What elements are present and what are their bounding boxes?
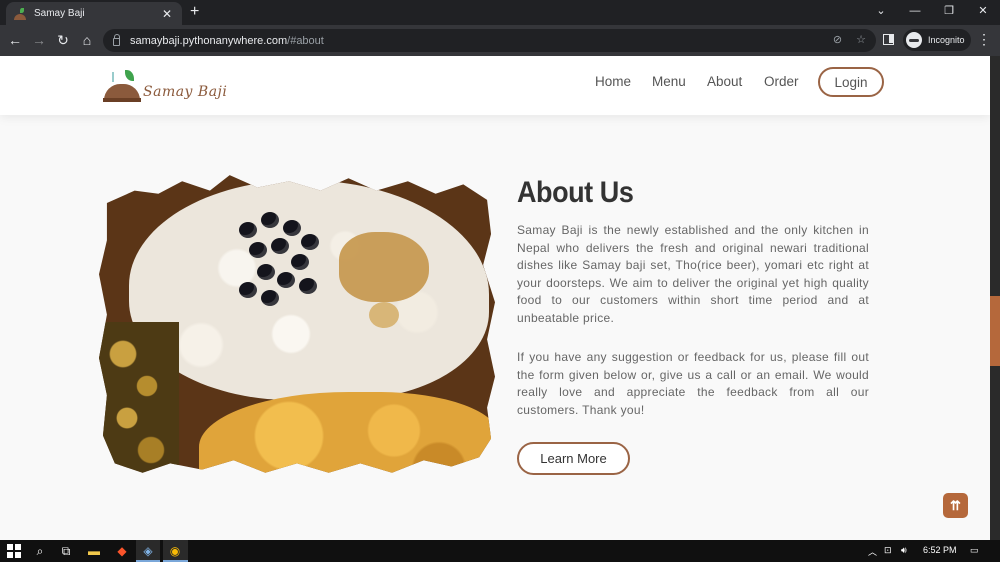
- close-window-button[interactable]: ✕: [968, 3, 998, 19]
- web-page: Samay Baji Home Menu About Order Login A…: [0, 56, 990, 540]
- tab-samay-baji[interactable]: Samay Baji ✕: [6, 2, 182, 25]
- browser-toolbar: ← → ↻ ⌂ samaybaji.pythonanywhere.com/#ab…: [0, 25, 1000, 56]
- about-paragraph-1: Samay Baji is the newly established and …: [517, 223, 869, 325]
- tab-title: Samay Baji: [34, 8, 85, 19]
- nav-menu[interactable]: Menu: [652, 74, 686, 89]
- logo-text: Samay Baji: [143, 84, 228, 100]
- nav-order[interactable]: Order: [764, 74, 799, 89]
- search-icon[interactable]: ⌕: [32, 543, 48, 559]
- eye-off-icon[interactable]: ⊘: [833, 33, 842, 46]
- logo-bowl-icon: [103, 68, 141, 102]
- lock-icon[interactable]: [113, 33, 120, 46]
- forward-arrow-icon[interactable]: →: [30, 32, 48, 48]
- incognito-label: Incognito: [928, 35, 965, 45]
- about-paragraph-2: If you have any suggestion or feedback f…: [517, 350, 869, 417]
- windows-start-icon[interactable]: [6, 543, 22, 559]
- restore-button[interactable]: ❐: [934, 3, 964, 19]
- browser-menu-icon[interactable]: ⋮: [977, 31, 991, 47]
- new-tab-button[interactable]: +: [190, 3, 199, 21]
- nav-home[interactable]: Home: [595, 74, 631, 89]
- tab-close-icon[interactable]: ✕: [160, 7, 174, 21]
- back-arrow-icon[interactable]: ←: [6, 32, 24, 48]
- volume-icon[interactable]: 🔊︎: [901, 545, 907, 556]
- file-explorer-icon[interactable]: ▬: [86, 543, 102, 559]
- chrome-icon[interactable]: ◉: [167, 543, 183, 559]
- login-button[interactable]: Login: [818, 67, 884, 97]
- page-scrollbar[interactable]: [990, 56, 1000, 540]
- back-to-top-button[interactable]: ⇈: [943, 493, 968, 518]
- notifications-icon[interactable]: ▭: [970, 545, 979, 556]
- side-panel-icon[interactable]: [883, 34, 894, 45]
- tab-search-icon[interactable]: ⌄: [866, 3, 896, 19]
- url-path: /#about: [287, 34, 324, 47]
- url-host: samaybaji.pythonanywhere.com: [130, 34, 288, 47]
- site-header: Samay Baji Home Menu About Order Login: [0, 56, 990, 115]
- bookmark-star-icon[interactable]: ☆: [856, 33, 866, 46]
- double-chevron-up-icon: ⇈: [950, 497, 961, 513]
- python-app-icon[interactable]: ◈: [140, 543, 156, 559]
- incognito-icon: [906, 32, 922, 48]
- reload-icon[interactable]: ↻: [54, 32, 72, 48]
- tray-chevron-icon[interactable]: ︿: [868, 545, 877, 558]
- tab-strip: Samay Baji ✕ + ⌄ — ❐ ✕: [0, 0, 1000, 25]
- brave-browser-icon[interactable]: ◆: [114, 543, 130, 559]
- network-icon[interactable]: ⊡: [884, 545, 892, 556]
- windows-taskbar: ⌕ ⧉ ▬ ◆ ◈ ◉ ︿ ⊡ 🔊︎ 6:52 PM ▭: [0, 540, 1000, 562]
- task-view-icon[interactable]: ⧉: [58, 543, 74, 559]
- nav-about[interactable]: About: [707, 74, 742, 89]
- about-heading: About Us: [517, 176, 634, 209]
- site-favicon-icon: [14, 7, 26, 20]
- learn-more-button[interactable]: Learn More: [517, 442, 630, 475]
- site-logo[interactable]: Samay Baji: [103, 68, 227, 102]
- address-bar[interactable]: samaybaji.pythonanywhere.com/#about ⊘ ☆: [103, 29, 876, 52]
- home-icon[interactable]: ⌂: [78, 32, 96, 48]
- incognito-profile-button[interactable]: Incognito: [903, 29, 971, 51]
- about-food-image: [99, 175, 495, 473]
- clock-time[interactable]: 6:52 PM: [923, 545, 957, 555]
- minimize-button[interactable]: —: [900, 3, 930, 19]
- scrollbar-thumb[interactable]: [990, 296, 1000, 366]
